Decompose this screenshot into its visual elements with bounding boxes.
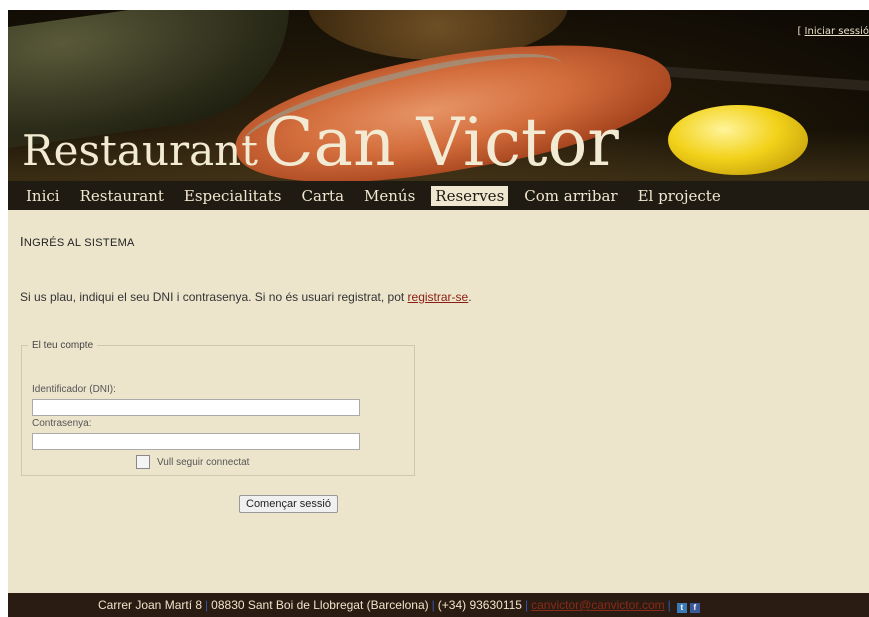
account-fieldset: El teu compte Identificador (DNI): Contr… [21,340,415,476]
login-button[interactable]: Començar sessió [239,495,338,513]
intro-sentence: Si us plau, indiqui el seu DNI i contras… [20,290,408,304]
nav-item-especialitats[interactable]: Especialitats [180,186,286,206]
footer-sep: | [524,598,529,612]
remember-option[interactable]: Vull seguir connectat [136,455,249,469]
lemon-image [668,105,808,175]
intro-period: . [468,290,472,304]
footer-sep: | [205,598,209,612]
remember-label: Vull seguir connectat [157,456,250,468]
intro-text: Si us plau, indiqui el seu DNI i contras… [20,290,472,304]
footer-email-link[interactable]: canvictor@canvictor.com [531,598,665,612]
login-top: [ Iniciar sessió [797,26,869,37]
nav-item-carta[interactable]: Carta [297,186,348,206]
site-title[interactable]: Restaurant Can Victor [22,110,619,176]
twitter-icon[interactable]: t [676,603,687,613]
nav-list: Inici Restaurant Especialitats Carta Menús Re… [8,181,869,210]
footer: Carrer Joan Martí 8 | 08830 Sant Boi de Ll… [8,593,869,617]
id-label: Identificador (DNI): [32,384,116,395]
register-link[interactable]: registrar-se [408,290,469,304]
main-nav: Inici Restaurant Especialitats Carta Menús Re… [8,181,869,210]
page-title-rest: NGRÉS AL SISTEMA [23,237,135,249]
nav-item-com-arribar[interactable]: Com arribar [520,186,621,206]
page-title: INGRÉS AL SISTEMA [20,234,135,249]
account-legend: El teu compte [32,340,94,351]
footer-contact: Carrer Joan Martí 8 | 08830 Sant Boi de Ll… [98,598,700,613]
login-link[interactable]: Iniciar sessió [805,26,869,37]
nav-item-el-projecte[interactable]: El projecte [634,186,725,206]
site-title-name: Can Victor [263,104,619,181]
facebook-icon[interactable]: f [689,603,700,613]
footer-sep: | [667,598,671,612]
site-title-restaurant: Restaurant [22,126,259,175]
header-banner: Restaurant Can Victor [ Iniciar sessió [8,10,869,181]
remember-checkbox[interactable] [136,455,150,469]
password-input[interactable] [32,433,360,450]
id-input[interactable] [32,399,360,416]
main-content: INGRÉS AL SISTEMA Si us plau, indiqui el… [8,210,869,593]
footer-sep: | [431,598,435,612]
nav-item-restaurant[interactable]: Restaurant [76,186,168,206]
nav-item-reserves[interactable]: Reserves [431,185,509,206]
nav-item-men-s[interactable]: Menús [360,186,419,206]
login-bracket: [ [797,26,802,37]
password-label: Contrasenya: [32,418,92,429]
footer-address: Carrer Joan Martí 8 [98,598,203,612]
nav-item-inici[interactable]: Inici [22,186,64,206]
footer-phone: (+34) 93630115 [437,598,522,612]
footer-city: 08830 Sant Boi de Llobregat (Barcelona) [211,598,429,612]
